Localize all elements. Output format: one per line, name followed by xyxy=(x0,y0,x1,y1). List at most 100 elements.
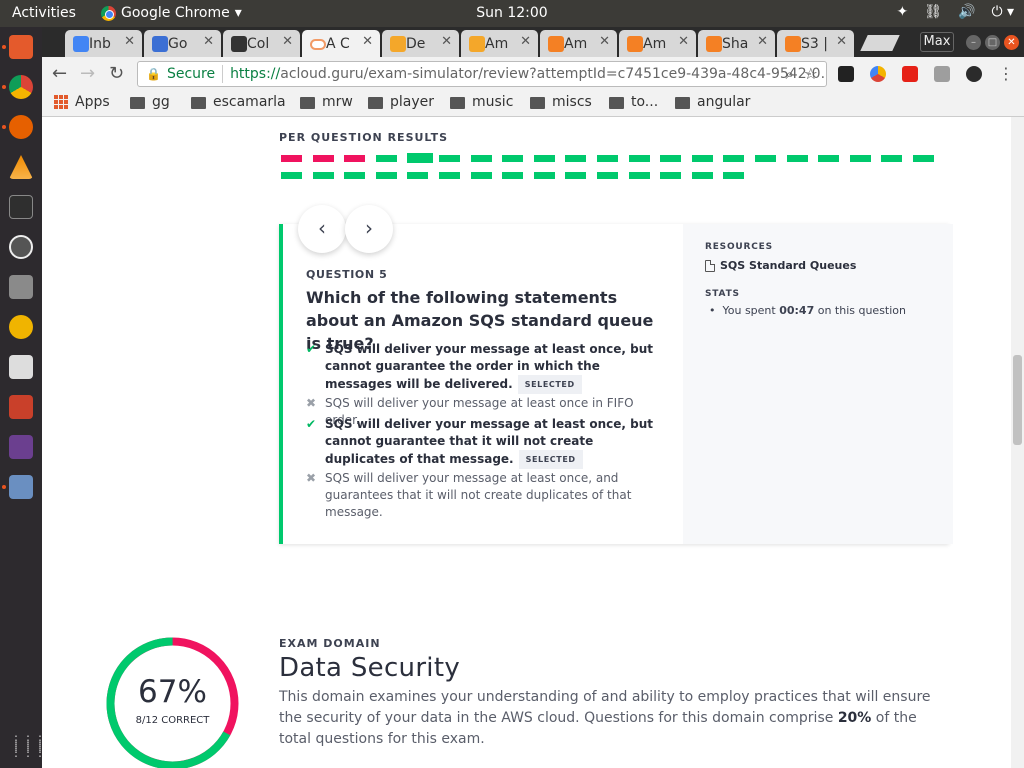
tab[interactable]: Am ✕ xyxy=(619,30,696,57)
k-extension-icon[interactable] xyxy=(838,66,854,82)
activities-button[interactable]: Activities xyxy=(12,5,76,21)
close-icon[interactable]: ✕ xyxy=(678,34,689,49)
back-icon[interactable]: ← xyxy=(52,63,67,84)
close-window-icon[interactable]: ✕ xyxy=(1004,35,1019,50)
result-segment-correct[interactable] xyxy=(691,172,713,179)
headphones-icon[interactable] xyxy=(9,315,33,339)
firefox-icon[interactable] xyxy=(9,115,33,139)
result-segment-correct[interactable] xyxy=(691,155,713,162)
close-icon[interactable]: ✕ xyxy=(203,34,214,49)
close-icon[interactable]: ✕ xyxy=(441,34,452,49)
result-segment-correct[interactable] xyxy=(565,172,587,179)
address-bar[interactable]: 🔒 Secure https:// acloud.guru/exam-simul… xyxy=(137,61,827,87)
video-editor-icon[interactable] xyxy=(9,355,33,379)
result-segment-incorrect[interactable] xyxy=(344,155,366,162)
bookmark-folder[interactable]: player xyxy=(368,94,434,110)
bookmark-folder[interactable]: to... xyxy=(609,94,658,110)
result-segment-correct[interactable] xyxy=(533,155,555,162)
installer-icon[interactable] xyxy=(9,275,33,299)
new-tab-button[interactable] xyxy=(860,35,900,51)
close-icon[interactable]: ✕ xyxy=(520,34,531,49)
result-segment-correct[interactable] xyxy=(407,172,429,179)
resource-link[interactable]: SQS Standard Queues xyxy=(705,259,856,272)
tab[interactable]: Go ✕ xyxy=(144,30,221,57)
result-segment-correct[interactable] xyxy=(660,172,682,179)
reload-icon[interactable]: ↻ xyxy=(109,63,124,84)
bookmark-folder[interactable]: miscs xyxy=(530,94,592,110)
result-segment-correct[interactable] xyxy=(565,155,587,162)
next-question-button[interactable]: › xyxy=(345,205,393,253)
updater-icon[interactable] xyxy=(9,235,33,259)
close-icon[interactable]: ✕ xyxy=(836,34,847,49)
font-viewer-icon[interactable] xyxy=(9,435,33,459)
result-segment-incorrect[interactable] xyxy=(281,155,302,162)
profile-button[interactable]: Max xyxy=(920,32,954,52)
react-devtools-icon[interactable] xyxy=(966,66,982,82)
bookmark-folder[interactable]: angular xyxy=(675,94,750,110)
minimize-icon[interactable]: – xyxy=(966,35,981,50)
result-segment-correct[interactable] xyxy=(597,155,618,162)
result-segment-correct[interactable] xyxy=(470,155,492,162)
result-segment-correct[interactable] xyxy=(628,155,650,162)
maximize-icon[interactable]: □ xyxy=(985,35,1000,50)
result-segment-correct[interactable] xyxy=(281,172,302,179)
close-icon[interactable]: ✕ xyxy=(599,34,610,49)
page-scrollbar[interactable] xyxy=(1011,117,1024,768)
result-segment-correct[interactable] xyxy=(786,155,808,162)
bookmark-folder[interactable]: gg xyxy=(130,94,170,110)
bookmark-folder[interactable]: music xyxy=(450,94,513,110)
tab[interactable]: De ✕ xyxy=(382,30,459,57)
files-icon[interactable] xyxy=(9,35,33,59)
result-segment-correct[interactable] xyxy=(344,172,366,179)
bookmark-star-icon[interactable]: ☆ xyxy=(804,64,818,83)
ubuntu-one-icon[interactable]: ✦ xyxy=(896,4,908,20)
terminal-icon[interactable] xyxy=(9,195,33,219)
vlc-icon[interactable] xyxy=(9,155,33,179)
close-icon[interactable]: ✕ xyxy=(757,34,768,49)
tab[interactable]: S3 | ✕ xyxy=(777,30,854,57)
result-segment-correct[interactable] xyxy=(818,155,840,162)
result-segment-correct[interactable] xyxy=(439,172,460,179)
close-icon[interactable]: ✕ xyxy=(362,34,373,49)
tab[interactable]: Am ✕ xyxy=(461,30,538,57)
tab-active[interactable]: A C ✕ xyxy=(302,30,380,57)
menu-icon[interactable]: ⋮ xyxy=(998,64,1014,83)
result-segment-correct[interactable] xyxy=(628,172,650,179)
tab[interactable]: Am ✕ xyxy=(540,30,617,57)
image-viewer-icon[interactable] xyxy=(9,475,33,499)
tab[interactable]: Inb ✕ xyxy=(65,30,142,57)
previous-question-button[interactable]: ‹ xyxy=(298,205,346,253)
forward-icon[interactable]: → xyxy=(80,63,95,84)
color-wheel-icon[interactable] xyxy=(870,66,886,82)
shield-extension-icon[interactable] xyxy=(934,66,950,82)
result-segment-correct[interactable] xyxy=(849,155,871,162)
result-segment-correct[interactable] xyxy=(439,155,460,162)
show-applications-icon[interactable]: ⋮⋮⋮ ⋮⋮⋮ ⋮⋮⋮ xyxy=(10,734,46,758)
tab[interactable]: Sha ✕ xyxy=(698,30,775,57)
settings-tools-icon[interactable] xyxy=(9,395,33,419)
result-segment-correct[interactable] xyxy=(502,172,524,179)
result-segment-correct[interactable] xyxy=(312,172,334,179)
power-icon[interactable]: ⏻ ▾ xyxy=(991,4,1014,20)
volume-icon[interactable]: 🔊 xyxy=(958,4,975,20)
result-segment-correct[interactable] xyxy=(375,155,397,162)
youtube-icon[interactable] xyxy=(902,66,918,82)
bookmark-folder[interactable]: mrw xyxy=(300,94,353,110)
result-segment-correct[interactable] xyxy=(502,155,524,162)
result-segment-correct[interactable] xyxy=(755,155,776,162)
chrome-icon[interactable] xyxy=(9,75,33,99)
result-segment-correct[interactable] xyxy=(723,172,745,179)
bookmark-apps[interactable]: Apps xyxy=(54,94,110,110)
scrollbar-thumb[interactable] xyxy=(1013,355,1022,445)
bookmark-folder[interactable]: escamarla xyxy=(191,94,286,110)
result-segment-correct[interactable] xyxy=(881,155,903,162)
result-segment-correct[interactable] xyxy=(723,155,745,162)
result-segment-correct[interactable] xyxy=(660,155,682,162)
close-icon[interactable]: ✕ xyxy=(282,34,293,49)
close-icon[interactable]: ✕ xyxy=(124,34,135,49)
result-segment-correct[interactable] xyxy=(913,155,934,162)
zoom-icon[interactable]: ⌕ xyxy=(786,65,794,83)
tab[interactable]: Col ✕ xyxy=(223,30,300,57)
result-segment-correct[interactable] xyxy=(407,153,434,163)
result-segment-correct[interactable] xyxy=(375,172,397,179)
